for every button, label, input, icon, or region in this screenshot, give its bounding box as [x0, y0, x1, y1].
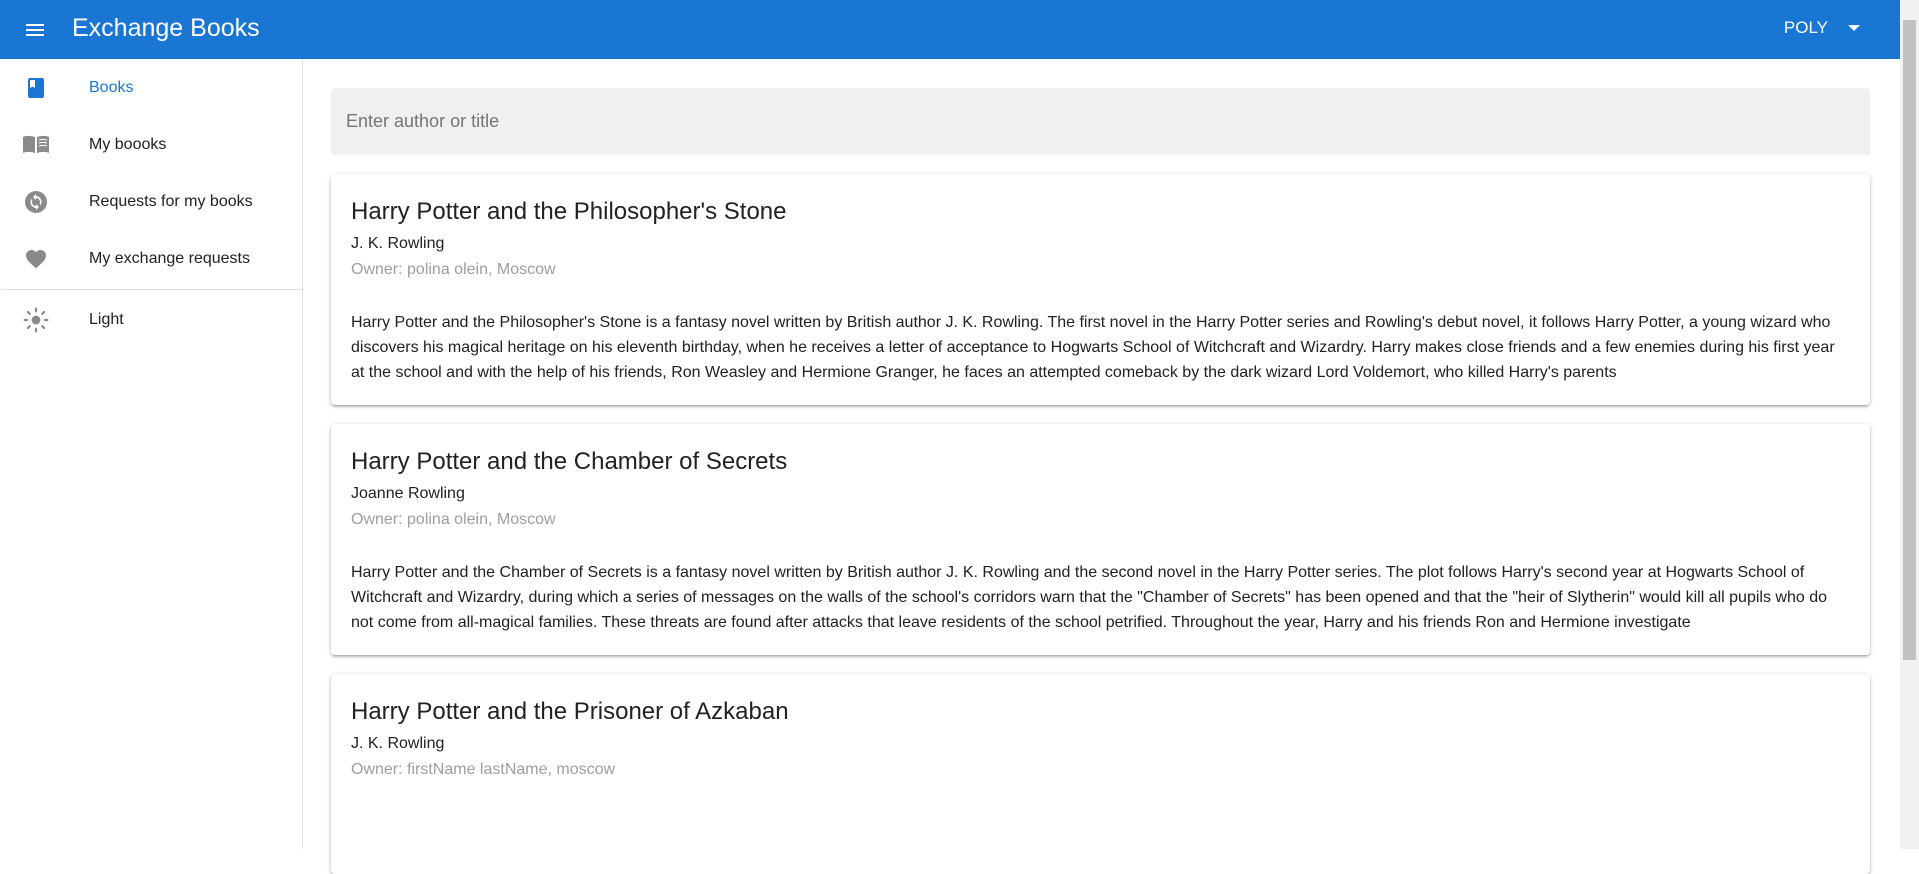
book-title: Harry Potter and the Chamber of Secrets	[351, 448, 788, 475]
sidebar-item-books[interactable]: Books	[2, 59, 302, 116]
search-input[interactable]	[346, 111, 1870, 132]
book-title: Harry Potter and the Prisoner of Azkaban	[351, 698, 789, 725]
sun-icon	[22, 306, 50, 334]
heart-icon	[22, 245, 50, 273]
scrollbar-thumb[interactable]	[1903, 20, 1916, 660]
main-content: Harry Potter and the Philosopher's Stone…	[331, 88, 1870, 874]
book-title: Harry Potter and the Philosopher's Stone	[351, 198, 787, 225]
theme-label: Light	[89, 310, 124, 328]
book-description: Harry Potter and the Philosopher's Stone…	[351, 314, 1835, 381]
book-owner: Owner: polina olein, Moscow	[351, 261, 556, 278]
sidebar-item-my-exchange-requests[interactable]: My exchange requests	[2, 230, 302, 287]
book-icon	[22, 74, 50, 102]
sidebar: Books My boooks Requests for my books My…	[2, 59, 303, 849]
sync-icon	[22, 188, 50, 216]
sidebar-item-label: My boooks	[89, 135, 167, 153]
book-author: J. K. Rowling	[351, 235, 445, 252]
book-author: Joanne Rowling	[351, 485, 465, 502]
sidebar-item-label: Requests for my books	[89, 192, 253, 210]
theme-toggle[interactable]: Light	[2, 291, 302, 348]
sidebar-divider	[2, 289, 302, 290]
book-card[interactable]: Harry Potter and the Prisoner of Azkaban…	[331, 674, 1870, 874]
open-book-icon	[22, 131, 50, 159]
app-bar: Exchange Books POLY	[0, 0, 1900, 59]
sidebar-item-label: My exchange requests	[89, 249, 250, 267]
user-menu-button[interactable]: POLY	[1784, 16, 1860, 40]
search-field[interactable]	[331, 88, 1870, 155]
menu-icon[interactable]	[20, 15, 50, 45]
book-description: Harry Potter and the Chamber of Secrets …	[351, 564, 1827, 631]
book-card[interactable]: Harry Potter and the Philosopher's Stone…	[331, 174, 1870, 405]
book-owner: Owner: polina olein, Moscow	[351, 511, 556, 528]
sidebar-item-my-books[interactable]: My boooks	[2, 116, 302, 173]
user-name: POLY	[1783, 18, 1828, 37]
book-owner: Owner: firstName lastName, moscow	[351, 761, 616, 778]
sidebar-item-requests-for-my-books[interactable]: Requests for my books	[2, 173, 302, 230]
book-card[interactable]: Harry Potter and the Chamber of Secrets …	[331, 424, 1870, 655]
chevron-down-icon	[1848, 25, 1860, 31]
app-title: Exchange Books	[72, 14, 260, 42]
sidebar-item-label: Books	[89, 78, 134, 96]
book-author: J. K. Rowling	[351, 735, 445, 752]
